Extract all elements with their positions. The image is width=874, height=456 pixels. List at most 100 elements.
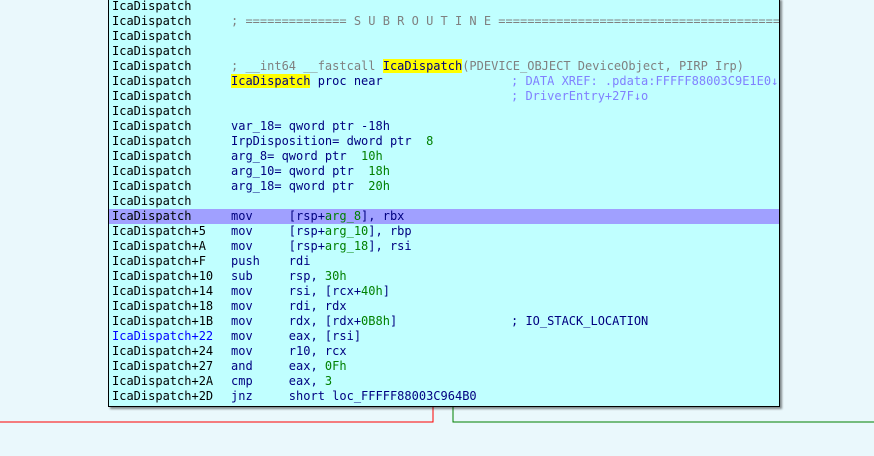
code-line[interactable]: IcaDispatch+2D jnz short loc_FFFFF88003C9… bbox=[109, 389, 779, 404]
code-token: ], rbx bbox=[361, 209, 405, 223]
code-line[interactable]: IcaDispatch+14 mov rsi, [rcx+40h] bbox=[109, 284, 779, 299]
line-instruction: IcaDispatch proc near bbox=[231, 74, 383, 89]
code-token: mov [rsp+ bbox=[231, 209, 325, 223]
line-address: IcaDispatch bbox=[112, 209, 192, 223]
line-address: IcaDispatch+27 bbox=[112, 359, 214, 373]
code-line[interactable]: IcaDispatch bbox=[109, 44, 779, 59]
line-instruction: IrpDisposition= dword ptr 8 bbox=[231, 134, 433, 149]
code-token: mov rdx, [rdx+ bbox=[231, 314, 362, 328]
line-address: IcaDispatch bbox=[112, 134, 192, 148]
code-token: 40h bbox=[361, 284, 383, 298]
code-line[interactable]: IcaDispatch+22 mov eax, [rsi] bbox=[109, 329, 779, 344]
line-instruction: mov [rsp+arg_18], rsi bbox=[231, 239, 412, 254]
line-comment[interactable]: ; DATA XREF: .pdata:FFFFF88003C9E1E0↓o bbox=[511, 74, 779, 89]
code-line[interactable]: IcaDispatch arg_8= qword ptr 10h bbox=[109, 149, 779, 164]
code-line[interactable]: IcaDispatch bbox=[109, 194, 779, 209]
line-address: IcaDispatch bbox=[112, 194, 192, 208]
line-address: IcaDispatch bbox=[112, 14, 192, 28]
line-instruction: ; __int64 __fastcall IcaDispatch(PDEVICE… bbox=[231, 59, 744, 74]
line-instruction: jnz short loc_FFFFF88003C964B0 bbox=[231, 389, 477, 404]
code-token: ; __int64 __fastcall bbox=[231, 59, 383, 73]
code-token: push rdi bbox=[231, 254, 311, 268]
line-address: IcaDispatch bbox=[112, 104, 192, 118]
code-line[interactable]: IcaDispatch IcaDispatch proc near; DATA X… bbox=[109, 74, 779, 89]
code-token: arg_18= qword ptr bbox=[231, 179, 369, 193]
code-token: mov rsi, [rcx+ bbox=[231, 284, 362, 298]
line-address: IcaDispatch bbox=[112, 44, 192, 58]
code-token: 10h bbox=[361, 149, 383, 163]
line-instruction: arg_10= qword ptr 18h bbox=[231, 164, 390, 179]
line-address: IcaDispatch bbox=[112, 119, 192, 133]
code-token: mov r10, rcx bbox=[231, 344, 347, 358]
code-token: mov [rsp+ bbox=[231, 224, 325, 238]
code-line[interactable]: IcaDispatch+F push rdi bbox=[109, 254, 779, 269]
code-line[interactable]: IcaDispatch+1B mov rdx, [rdx+0B8h] ; IO_ST… bbox=[109, 314, 779, 329]
code-token: 18h bbox=[368, 164, 390, 178]
line-instruction: ; ============== S U B R O U T I N E ===… bbox=[231, 14, 780, 29]
line-address: IcaDispatch bbox=[112, 74, 192, 88]
code-token: arg_8= qword ptr bbox=[231, 149, 362, 163]
code-token: 30h bbox=[324, 269, 347, 283]
line-instruction: mov eax, [rsi] bbox=[231, 329, 361, 344]
code-token: 0Fh bbox=[324, 359, 347, 373]
code-token: arg_8 bbox=[324, 209, 362, 223]
code-line[interactable]: IcaDispatch+2A cmp eax, 3 bbox=[109, 374, 779, 389]
line-address: IcaDispatch bbox=[112, 149, 192, 163]
line-address: IcaDispatch bbox=[112, 29, 192, 43]
selected-code-line[interactable]: IcaDispatch mov [rsp+arg_8], rbx bbox=[109, 209, 779, 224]
code-token: arg_10 bbox=[324, 224, 369, 238]
code-token: jnz short loc_FFFFF88003C964B0 bbox=[231, 389, 477, 403]
line-address: IcaDispatch bbox=[112, 89, 192, 103]
code-token: IrpDisposition= dword ptr bbox=[231, 134, 427, 148]
disassembly-graph-node[interactable]: IcaDispatch IcaDispatch; ============== S… bbox=[108, 0, 780, 407]
code-token: proc near bbox=[310, 74, 383, 88]
code-line[interactable]: IcaDispatch bbox=[109, 104, 779, 119]
line-instruction: mov [rsp+arg_10], rbp bbox=[231, 224, 412, 239]
code-token: arg_18 bbox=[324, 239, 369, 253]
line-address: IcaDispatch bbox=[112, 59, 192, 73]
line-address: IcaDispatch+2A bbox=[112, 374, 214, 388]
code-token: ; ============== S U B R O U T I N E ===… bbox=[231, 14, 780, 28]
line-instruction: mov rdx, [rdx+0B8h] bbox=[231, 314, 397, 329]
line-instruction: cmp eax, 3 bbox=[231, 374, 332, 389]
line-address: IcaDispatch+2D bbox=[112, 389, 214, 403]
line-address: IcaDispatch+A bbox=[112, 239, 206, 253]
line-comment[interactable]: ; DriverEntry+27F↓o bbox=[511, 89, 648, 104]
code-token: ], rbp bbox=[368, 224, 412, 238]
code-token: sub rsp, bbox=[231, 269, 325, 283]
code-token: var_18= qword ptr -18h bbox=[231, 119, 390, 133]
edge-false-branch bbox=[0, 406, 434, 423]
code-line[interactable]: IcaDispatch+27 and eax, 0Fh bbox=[109, 359, 779, 374]
code-line[interactable]: IcaDispatch ; DriverEntry+27F↓o bbox=[109, 89, 779, 104]
line-address: IcaDispatch bbox=[112, 179, 192, 193]
code-line[interactable]: IcaDispatch; __int64 __fastcall IcaDispa… bbox=[109, 59, 779, 74]
code-token: arg_10= qword ptr bbox=[231, 164, 369, 178]
code-line[interactable]: IcaDispatch var_18= qword ptr -18h bbox=[109, 119, 779, 134]
highlighted-symbol[interactable]: IcaDispatch bbox=[231, 74, 311, 88]
code-line[interactable]: IcaDispatch+24 mov r10, rcx bbox=[109, 344, 779, 359]
code-line[interactable]: IcaDispatch bbox=[109, 0, 779, 14]
line-address: IcaDispatch+5 bbox=[112, 224, 206, 238]
code-token: mov rdi, rdx bbox=[231, 299, 347, 313]
code-token: mov [rsp+ bbox=[231, 239, 325, 253]
line-address: IcaDispatch+22 bbox=[112, 329, 214, 343]
code-token: cmp eax, bbox=[231, 374, 325, 388]
line-address: IcaDispatch+F bbox=[112, 254, 206, 268]
code-line[interactable]: IcaDispatch+5 mov [rsp+arg_10], rbp bbox=[109, 224, 779, 239]
code-line[interactable]: IcaDispatch+A mov [rsp+arg_18], rsi bbox=[109, 239, 779, 254]
code-line[interactable]: IcaDispatch IrpDisposition= dword ptr 8 bbox=[109, 134, 779, 149]
code-token: 0B8h bbox=[361, 314, 390, 328]
line-instruction: mov rsi, [rcx+40h] bbox=[231, 284, 390, 299]
code-line[interactable]: IcaDispatch+10 sub rsp, 30h bbox=[109, 269, 779, 284]
line-address: IcaDispatch bbox=[112, 0, 192, 13]
line-address: IcaDispatch+24 bbox=[112, 344, 214, 358]
code-line[interactable]: IcaDispatch arg_10= qword ptr 18h bbox=[109, 164, 779, 179]
line-instruction: and eax, 0Fh bbox=[231, 359, 347, 374]
code-line[interactable]: IcaDispatch arg_18= qword ptr 20h bbox=[109, 179, 779, 194]
line-address: IcaDispatch+14 bbox=[112, 284, 214, 298]
line-address: IcaDispatch+18 bbox=[112, 299, 214, 313]
highlighted-symbol[interactable]: IcaDispatch bbox=[382, 59, 463, 73]
code-line[interactable]: IcaDispatch+18 mov rdi, rdx bbox=[109, 299, 779, 314]
code-line[interactable]: IcaDispatch bbox=[109, 29, 779, 44]
code-line[interactable]: IcaDispatch ; ============== S U B R O U … bbox=[109, 14, 779, 29]
